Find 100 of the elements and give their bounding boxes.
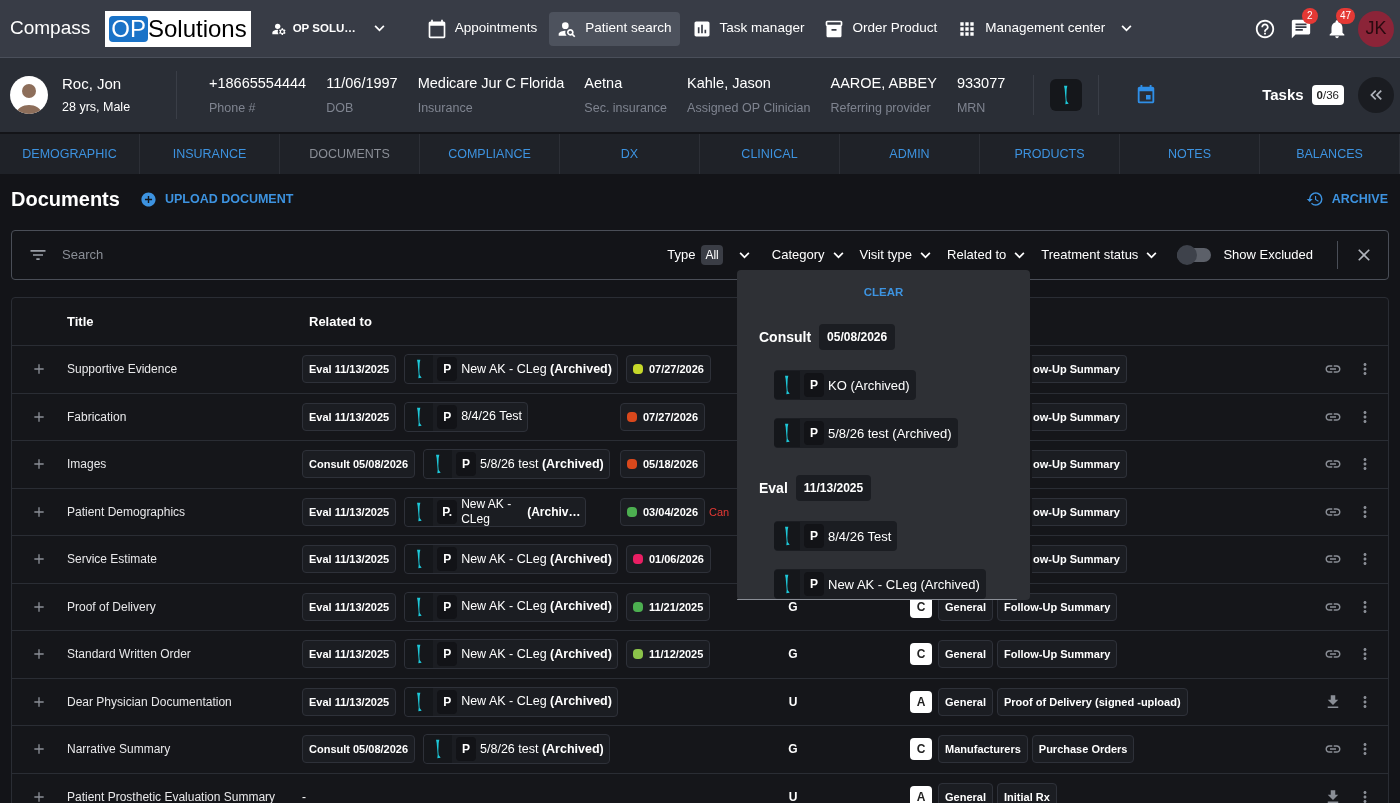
help-icon[interactable]: [1254, 17, 1276, 40]
product-name: 8/4/26 Test: [828, 527, 892, 546]
product-chip[interactable]: P New AK - CLeg (Archived): [404, 354, 618, 385]
patient-field-label: Phone #: [209, 99, 257, 117]
visit-chip: Eval 11/13/2025: [302, 497, 397, 526]
filter-dropdown[interactable]: Visit type: [859, 245, 932, 265]
visit-type-label: Eval: [759, 478, 788, 498]
document-title[interactable]: Narrative Summary: [67, 740, 302, 759]
prosthesis-icon: [405, 402, 434, 431]
date-chip: 03/04/2026: [620, 497, 706, 526]
chevron-down-icon: [832, 251, 844, 259]
history-icon: [1305, 190, 1324, 208]
prosthesis-icon: [405, 355, 434, 384]
organization-selector[interactable]: OP SOLU…: [264, 10, 391, 47]
date-chip: 07/27/2026: [625, 355, 711, 384]
product-code: P: [437, 357, 458, 382]
product-chip[interactable]: P New AK - CLeg (Archived): [404, 591, 618, 622]
section-tab[interactable]: ADMIN: [840, 134, 980, 174]
document-title[interactable]: Standard Written Order: [67, 645, 302, 664]
date-chip: 05/18/2026: [620, 450, 706, 479]
collapse-button[interactable]: [1358, 77, 1394, 113]
product-code: P: [804, 572, 824, 597]
document-title[interactable]: Proof of Delivery: [67, 597, 302, 616]
type-filter[interactable]: All: [701, 245, 750, 265]
patient-age-sex: 28 yrs, Male: [62, 98, 132, 116]
section-tab[interactable]: DX: [560, 134, 700, 174]
chevron-down-icon: [920, 251, 932, 259]
product-chip[interactable]: P New AK - CLeg (Archived): [404, 544, 618, 575]
document-title[interactable]: Images: [67, 455, 302, 474]
nav-item[interactable]: Task manager: [683, 11, 813, 46]
product-name: New AK - CLeg (Archived): [828, 575, 980, 594]
nav-item[interactable]: Patient search: [549, 11, 680, 46]
product-chip[interactable]: P New AK - CLeg (Archived): [404, 639, 618, 670]
document-title[interactable]: Dear Physician Documentation: [67, 692, 302, 711]
archive-box-icon: [824, 18, 845, 39]
visit-chip: Consult 05/08/2026: [302, 450, 416, 479]
section-tab[interactable]: BALANCES: [1260, 134, 1400, 174]
nav-item[interactable]: Appointments: [418, 11, 546, 46]
document-title[interactable]: Patient Prosthetic Evaluation Summary: [67, 787, 302, 803]
tag-chip: ow-Up Summary: [1032, 355, 1127, 384]
prosthesis-icon: [424, 450, 453, 479]
filter-dropdown[interactable]: Treatment status: [1041, 245, 1158, 265]
section-tab[interactable]: CLINICAL: [700, 134, 840, 174]
section-tab[interactable]: DEMOGRAPHIC: [0, 134, 140, 174]
visit-chip: Eval 11/13/2025: [302, 592, 397, 621]
product-chip[interactable]: P 8/4/26 Test: [404, 401, 529, 432]
scrollbar[interactable]: [737, 599, 1017, 600]
product-chip[interactable]: P 5/8/26 test (Archived): [423, 734, 610, 765]
show-excluded-label: Show Excluded: [1223, 246, 1313, 265]
chevron-down-icon: [1146, 251, 1158, 259]
section-tab[interactable]: NOTES: [1120, 134, 1260, 174]
product-chip[interactable]: P New AK - CLeg (Archived): [404, 686, 618, 717]
visit-chip: Consult 05/08/2026: [302, 735, 416, 764]
chat-icon[interactable]: [1290, 17, 1312, 40]
patient-field-label: Insurance: [417, 99, 474, 117]
prosthesis-icon: [1050, 79, 1083, 111]
archive-button[interactable]: ARCHIVE: [1305, 189, 1388, 209]
page-title: Documents: [11, 187, 120, 212]
product-name: New AK - CLeg (Archived): [461, 360, 612, 378]
prosthesis-icon: [774, 570, 800, 599]
section-tab[interactable]: DOCUMENTS: [280, 134, 420, 174]
document-title[interactable]: Supportive Evidence: [67, 360, 302, 379]
prosthesis-icon: [424, 735, 453, 764]
product-name: New AK - CLeg: [461, 496, 513, 527]
product-code: P: [437, 404, 458, 429]
search-field[interactable]: Search: [62, 245, 668, 265]
dropdown-option[interactable]: P New AK - CLeg (Archived): [774, 569, 986, 600]
patient-name: Roc, Jon: [62, 74, 123, 95]
product-code: P: [437, 547, 458, 572]
date-chip: 11/21/2025: [625, 592, 711, 621]
document-title[interactable]: Service Estimate: [67, 550, 302, 569]
dropdown-option[interactable]: P KO (Archived): [774, 370, 916, 401]
prosthesis-icon: [405, 592, 434, 621]
product-chip[interactable]: P 5/8/26 test (Archived): [423, 449, 610, 480]
date-chip: 01/06/2026: [625, 545, 711, 574]
prosthesis-icon: [405, 640, 434, 669]
tag-chip: ow-Up Summary: [1032, 450, 1127, 479]
clear-button[interactable]: CLEAR: [863, 284, 904, 302]
chevron-down-icon: [373, 25, 385, 32]
product-code: P: [437, 642, 458, 667]
filter-dropdown[interactable]: Related to: [947, 245, 1026, 265]
dropdown-option[interactable]: P 8/4/26 Test: [774, 521, 898, 552]
filter-dropdown[interactable]: Category: [771, 245, 844, 265]
show-excluded-toggle[interactable]: [1177, 248, 1212, 262]
tag-chip: Initial Rx: [996, 782, 1057, 803]
visit-chip: Eval 11/13/2025: [302, 355, 397, 384]
type-label: Type: [667, 246, 696, 265]
document-title[interactable]: Fabrication: [67, 407, 302, 426]
tag-chip: Follow-Up Summary: [996, 592, 1118, 621]
date-chip: 07/27/2026: [620, 402, 706, 431]
section-tab[interactable]: COMPLIANCE: [420, 134, 560, 174]
dropdown-option[interactable]: P 5/8/26 test (Archived): [774, 418, 958, 449]
nav-item[interactable]: Order Product: [816, 11, 946, 46]
section-tab[interactable]: INSURANCE: [140, 134, 280, 174]
prosthesis-icon: [405, 687, 434, 716]
section-tab[interactable]: PRODUCTS: [980, 134, 1120, 174]
chevron-down-icon: [1014, 251, 1026, 259]
upload-document-button[interactable]: UPLOAD DOCUMENT: [139, 189, 294, 209]
document-title[interactable]: Patient Demographics: [67, 502, 302, 521]
nav-item[interactable]: Management center: [949, 11, 1141, 46]
